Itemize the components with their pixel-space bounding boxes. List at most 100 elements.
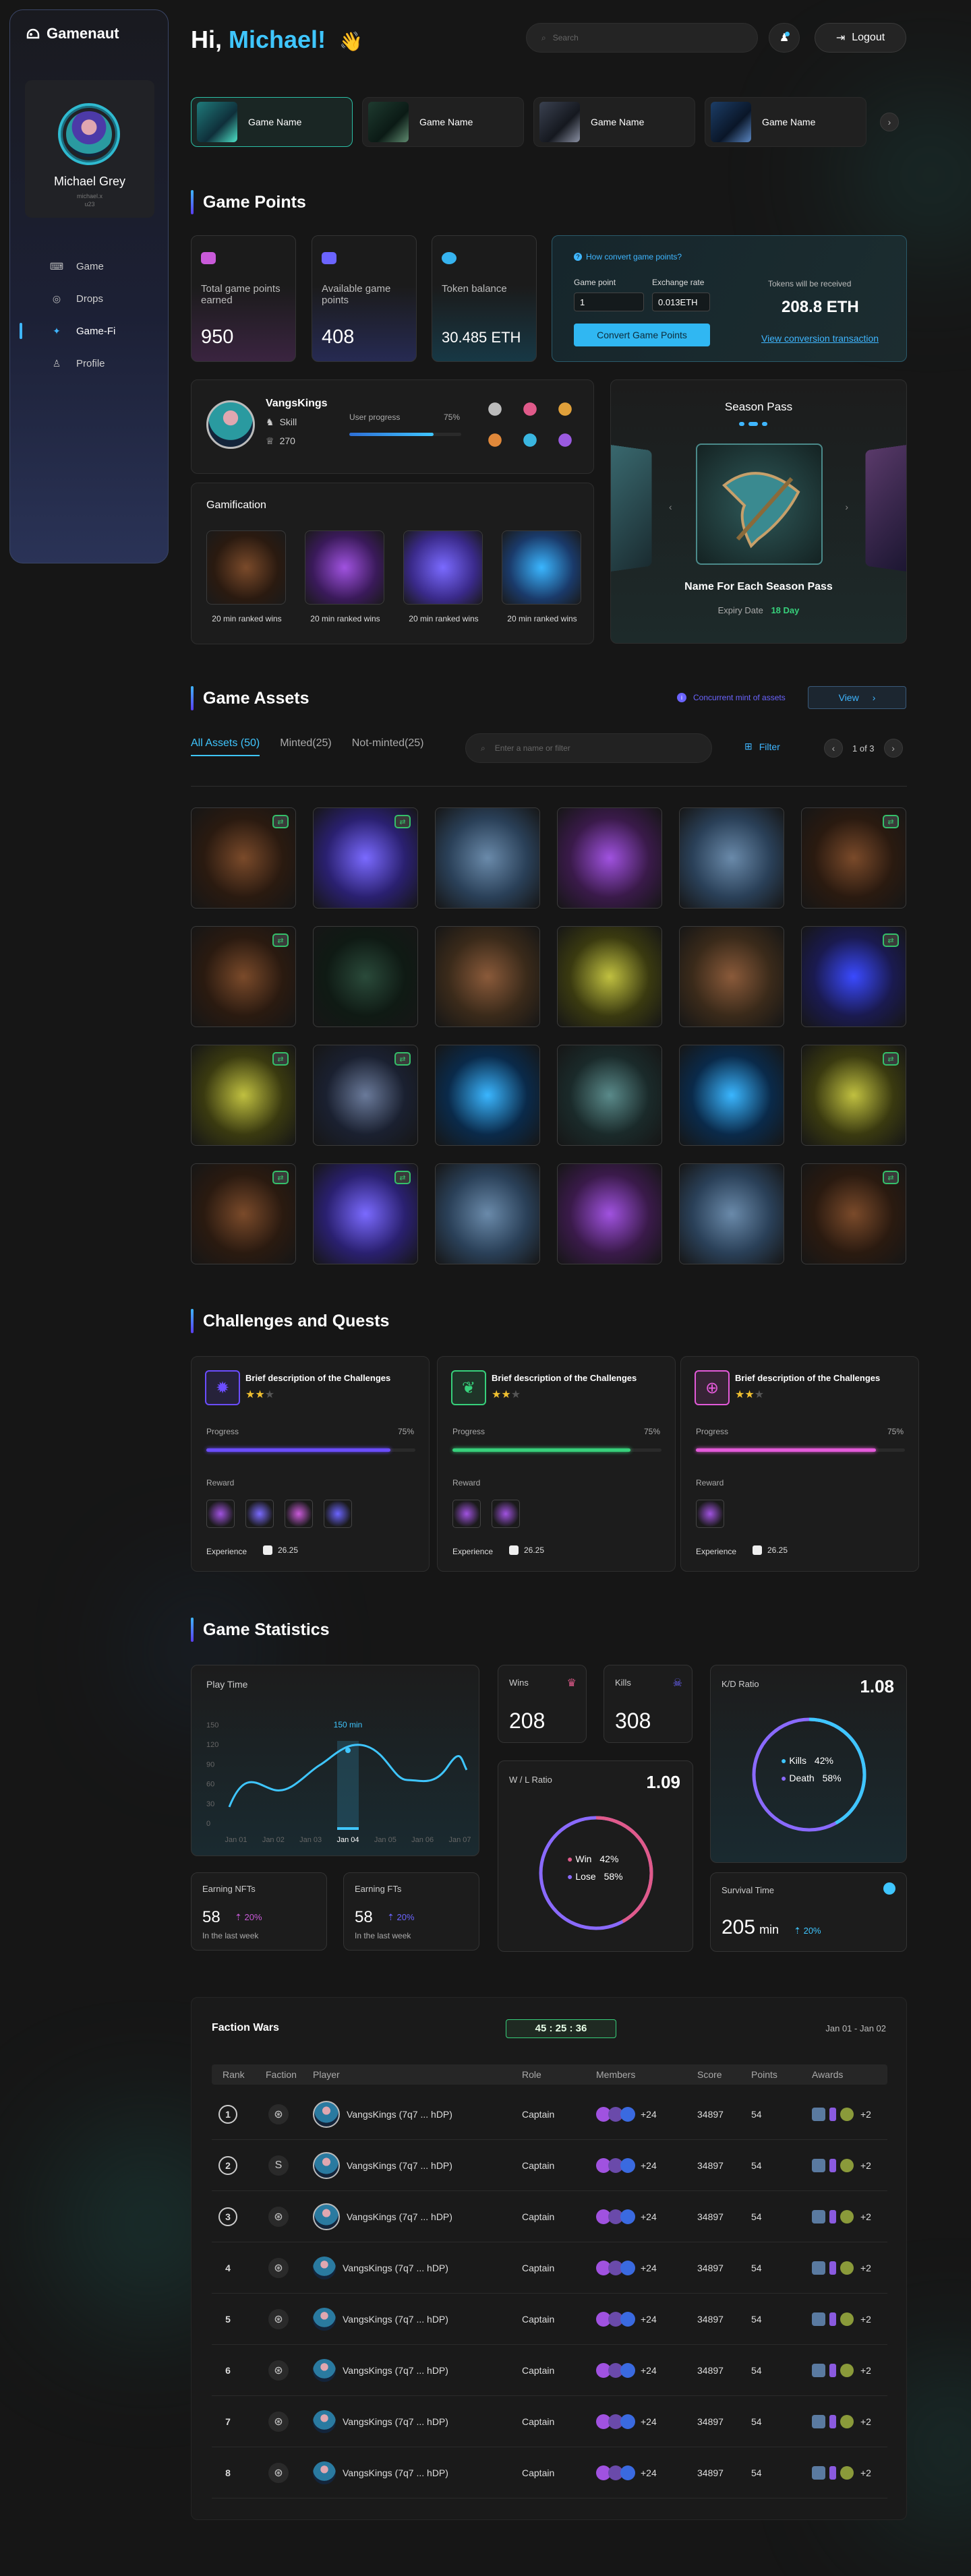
rank-value: 5 — [225, 2313, 231, 2325]
challenge-card[interactable]: ⊕ Brief description of the Challenges ★★… — [680, 1356, 919, 1572]
prev-arrow-icon[interactable]: ‹ — [669, 501, 672, 512]
view-conversion-link[interactable]: View conversion transaction — [761, 333, 879, 344]
asset-card[interactable]: ⇄ — [801, 1045, 906, 1146]
user-progress-card: VangsKings ♞ Skill ♕ 270 User progress 75% — [191, 379, 594, 474]
asset-card[interactable] — [679, 807, 784, 909]
tab-not-minted[interactable]: Not-minted(25) — [352, 737, 424, 756]
convert-points-button[interactable]: Convert Game Points — [574, 324, 710, 346]
exp-value: 26.25 — [524, 1545, 545, 1555]
games-next-button[interactable]: › — [880, 113, 899, 131]
filter-button[interactable]: ⊞ Filter — [744, 741, 780, 752]
asset-card[interactable]: ⇄ — [801, 1163, 906, 1264]
column-header[interactable]: Role — [522, 2064, 541, 2085]
faction-wars-title: Faction Wars — [212, 2022, 279, 2033]
awards-count: +2 — [860, 2262, 871, 2273]
next-page-button[interactable]: › — [883, 739, 903, 758]
reward-item[interactable] — [245, 1500, 274, 1528]
asset-card[interactable] — [557, 926, 662, 1027]
table-row[interactable]: 2 S VangsKings (7q7 ... hDP) Captain +24… — [212, 2140, 887, 2191]
asset-card[interactable] — [557, 1045, 662, 1146]
game-tab[interactable]: Game Name — [533, 97, 695, 147]
asset-card[interactable]: ⇄ — [313, 807, 418, 909]
asset-card[interactable] — [435, 926, 540, 1027]
game-tab[interactable]: Game Name — [705, 97, 866, 147]
logout-button[interactable]: ⇥ Logout — [815, 23, 906, 53]
sidebar-item-drops[interactable]: ◎ Drops — [25, 282, 160, 315]
reward-item[interactable] — [452, 1500, 481, 1528]
member-avatars — [596, 2465, 635, 2480]
asset-card[interactable]: ⇄ — [313, 1045, 418, 1146]
sidebar-item-game[interactable]: ⌨ Game — [25, 250, 160, 282]
table-row[interactable]: 4 ⊛ VangsKings (7q7 ... hDP) Captain +24… — [212, 2242, 887, 2294]
asset-card[interactable]: ⇄ — [191, 1163, 296, 1264]
game-tab[interactable]: Game Name — [191, 97, 353, 147]
reward-item[interactable] — [285, 1500, 313, 1528]
notification-button[interactable]: ♟ — [769, 23, 800, 53]
player-avatar — [313, 2461, 336, 2484]
view-button[interactable]: View › — [808, 686, 906, 709]
asset-card[interactable] — [679, 1163, 784, 1264]
column-header[interactable]: Points — [751, 2064, 777, 2085]
table-row[interactable]: 3 ⊛ VangsKings (7q7 ... hDP) Captain +24… — [212, 2191, 887, 2242]
award-icon — [840, 2414, 854, 2428]
asset-card[interactable] — [435, 807, 540, 909]
asset-card[interactable] — [679, 1045, 784, 1146]
awards-count: +2 — [860, 2211, 871, 2222]
star-rating-icon: ★★★ — [492, 1389, 521, 1401]
asset-card[interactable] — [435, 1045, 540, 1146]
asset-card[interactable] — [313, 926, 418, 1027]
greeting-name: Michael! — [229, 26, 326, 53]
table-row[interactable]: 1 ⊛ VangsKings (7q7 ... hDP) Captain +24… — [212, 2089, 887, 2140]
gamification-item[interactable]: 20 min ranked wins — [403, 530, 484, 623]
tab-minted[interactable]: Minted(25) — [280, 737, 331, 756]
column-header[interactable]: Rank — [223, 2064, 245, 2085]
column-header[interactable]: Awards — [812, 2064, 843, 2085]
asset-card[interactable]: ⇄ — [801, 807, 906, 909]
reward-item[interactable] — [206, 1500, 235, 1528]
asset-card[interactable]: ⇄ — [313, 1163, 418, 1264]
table-row[interactable]: 8 ⊛ VangsKings (7q7 ... hDP) Captain +24… — [212, 2447, 887, 2498]
next-arrow-icon[interactable]: › — [845, 501, 848, 512]
asset-card[interactable]: ⇄ — [191, 1045, 296, 1146]
column-header[interactable]: Faction — [266, 2064, 297, 2085]
asset-card[interactable]: ⇄ — [191, 926, 296, 1027]
asset-card[interactable] — [557, 1163, 662, 1264]
table-row[interactable]: 7 ⊛ VangsKings (7q7 ... hDP) Captain +24… — [212, 2396, 887, 2447]
asset-search-input[interactable]: ⌕ Enter a name or filter — [465, 733, 712, 763]
member-avatars — [596, 2311, 635, 2327]
game-point-input[interactable]: 1 — [574, 293, 644, 311]
sidebar-item-gamefi[interactable]: ✦ Game-Fi — [20, 315, 160, 347]
member-avatars — [596, 2209, 635, 2224]
search-input[interactable]: ⌕ Search — [526, 23, 758, 53]
rank-value: 6 — [225, 2364, 231, 2376]
highlight-bar — [337, 1827, 359, 1830]
concurrent-mint-link[interactable]: i Concurrent mint of assets — [677, 693, 786, 702]
reward-item[interactable] — [696, 1500, 724, 1528]
column-header[interactable]: Members — [596, 2064, 635, 2085]
challenge-card[interactable]: ✹ Brief description of the Challenges ★★… — [191, 1356, 430, 1572]
table-row[interactable]: 5 ⊛ VangsKings (7q7 ... hDP) Captain +24… — [212, 2294, 887, 2345]
challenge-card[interactable]: ❦ Brief description of the Challenges ★★… — [437, 1356, 676, 1572]
column-header[interactable]: Score — [697, 2064, 722, 2085]
table-row[interactable]: 6 ⊛ VangsKings (7q7 ... hDP) Captain +24… — [212, 2345, 887, 2396]
asset-card[interactable]: ⇄ — [801, 926, 906, 1027]
prev-page-button[interactable]: ‹ — [824, 739, 843, 758]
asset-card[interactable] — [435, 1163, 540, 1264]
gamification-item[interactable]: 20 min ranked wins — [305, 530, 386, 623]
sidebar-item-profile[interactable]: ♙ Profile — [25, 347, 160, 379]
game-tab[interactable]: Game Name — [362, 97, 524, 147]
asset-card[interactable] — [557, 807, 662, 909]
asset-card[interactable]: ⇄ — [191, 807, 296, 909]
reward-item[interactable] — [324, 1500, 352, 1528]
profile-id: u23 — [84, 201, 95, 208]
gamification-item[interactable]: 20 min ranked wins — [502, 530, 583, 623]
reward-item[interactable] — [492, 1500, 520, 1528]
asset-card[interactable] — [679, 926, 784, 1027]
tab-all-assets[interactable]: All Assets (50) — [191, 737, 260, 756]
convert-help-link[interactable]: ? How convert game points? — [574, 252, 682, 262]
gamification-item[interactable]: 20 min ranked wins — [206, 530, 287, 623]
profile-card[interactable]: Michael Grey michael.x u23 — [25, 80, 154, 218]
column-header[interactable]: Player — [313, 2064, 340, 2085]
brand-logo[interactable]: Gamenaut — [25, 25, 119, 42]
player-name: VangsKings (7q7 ... hDP) — [343, 2262, 448, 2273]
